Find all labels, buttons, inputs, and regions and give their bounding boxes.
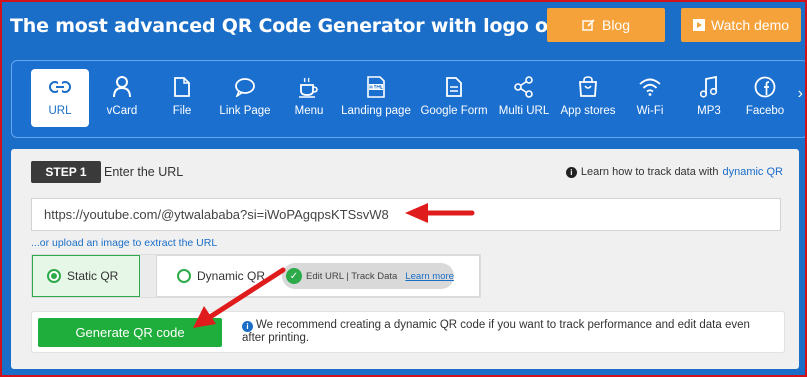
qr-type-wifi[interactable]: Wi-Fi [627,69,673,127]
qr-type-label: Link Page [219,105,271,117]
learn-more-link[interactable]: Learn more [405,271,454,282]
qr-type-label: App stores [560,105,616,117]
step-panel: STEP 1 Enter the URL i Learn how to trac… [11,149,799,369]
qr-type-vcard[interactable]: vCard [96,69,148,127]
radio-selected-icon [47,269,61,283]
play-icon [692,19,705,31]
facebook-icon [740,73,790,101]
qr-type-label: vCard [106,105,138,117]
chat-bubble-icon [213,73,277,101]
qr-type-label: File [172,105,192,117]
recommend-text: We recommend creating a dynamic QR code … [242,319,750,344]
dynamic-qr-label: Dynamic QR [197,269,266,283]
step-label: Enter the URL [104,165,184,179]
qr-type-landing-page[interactable]: Landing page [339,69,413,127]
app-frame: The most advanced QR Code Generator with… [0,0,807,377]
watch-demo-button[interactable]: Watch demo [681,8,801,42]
share-icon [496,73,552,101]
dynamic-feature-pill: ✓ Edit URL | Track Data Learn more [282,263,454,289]
qr-type-label: Multi URL [498,105,550,117]
qr-type-label: Landing page [341,105,411,117]
file-icon [158,73,206,101]
qr-mode-group: Static QR Dynamic QR ✓ Edit URL | Track … [31,254,481,298]
music-note-icon [687,73,731,101]
qr-type-label: MP3 [697,105,721,117]
chevron-right-icon[interactable]: › [798,85,803,103]
learn-text: Learn how to track data with [580,166,719,178]
form-icon [418,73,490,101]
generate-qr-button[interactable]: Generate QR code [38,318,222,347]
qr-type-file[interactable]: File [158,69,206,127]
qr-type-app-stores[interactable]: App stores [556,69,620,127]
shopping-bag-icon [556,73,620,101]
qr-type-url[interactable]: URL [31,69,89,127]
coffee-cup-icon [284,73,334,101]
upload-image-link[interactable]: ...or upload an image to extract the URL [31,237,217,249]
qr-type-facebook[interactable]: Facebo [740,69,790,127]
page-title: The most advanced QR Code Generator with… [10,15,600,37]
generate-panel: Generate QR code i We recommend creating … [31,311,785,353]
check-icon: ✓ [286,268,302,284]
recommend-note: i We recommend creating a dynamic QR code… [242,319,774,345]
qr-type-label: Google Form [420,105,488,117]
qr-type-label: Wi-Fi [636,105,664,117]
qr-type-label: Facebo [745,105,785,117]
learn-dynamic-qr-link[interactable]: i Learn how to track data with dynamic Q… [565,166,783,178]
info-icon: i [242,321,253,332]
qr-type-label: Menu [294,105,324,117]
qr-type-label: URL [48,105,72,117]
person-icon [96,73,148,101]
html-page-icon [339,73,413,101]
header-bar: The most advanced QR Code Generator with… [2,2,805,52]
blog-button[interactable]: Blog [547,8,665,42]
qr-type-google-form[interactable]: Google Form [418,69,490,127]
static-qr-option[interactable]: Static QR [32,255,140,297]
blog-label: Blog [601,17,631,33]
qr-type-menu[interactable]: Menu [284,69,334,127]
edit-icon [582,18,596,32]
static-qr-label: Static QR [67,269,119,283]
url-input[interactable] [31,198,781,231]
qr-type-link-page[interactable]: Link Page [213,69,277,127]
qr-type-bar: URL vCard File Link Page Menu Landing pa… [11,60,805,138]
qr-type-mp3[interactable]: MP3 [687,69,731,127]
radio-unselected-icon [177,269,191,283]
wifi-icon [627,73,673,101]
info-icon: i [565,166,577,178]
link-icon [31,73,89,101]
step-badge: STEP 1 [31,161,101,183]
watch-demo-label: Watch demo [710,17,790,33]
feature-text: Edit URL | Track Data [306,270,398,282]
dynamic-qr-link[interactable]: dynamic QR [722,166,783,178]
qr-type-multi-url[interactable]: Multi URL [496,69,552,127]
